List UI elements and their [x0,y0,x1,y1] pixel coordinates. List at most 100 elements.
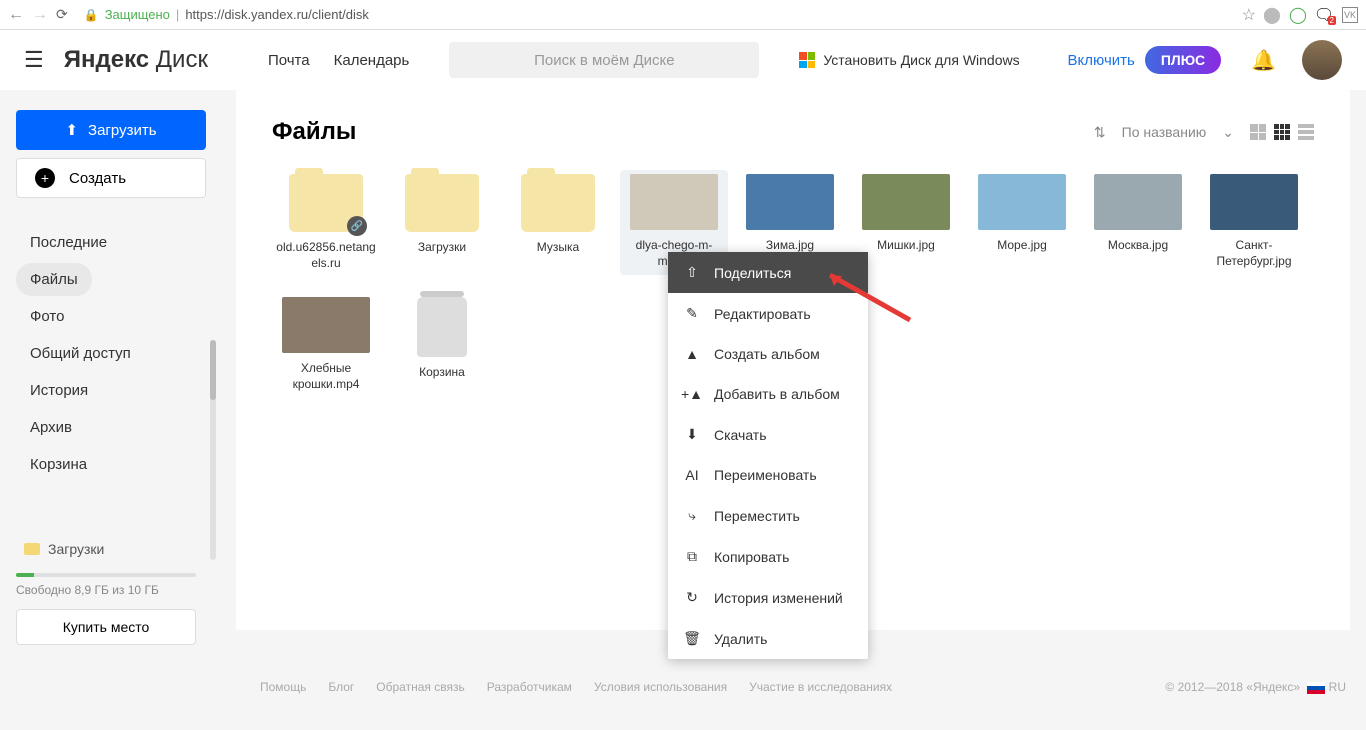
chevron-down-icon[interactable]: ⌄ [1222,124,1234,141]
ctx-label: Поделиться [714,265,791,281]
file-item[interactable]: 🔗old.u62856.netangels.ru [272,170,380,275]
sidebar-item-2[interactable]: Фото [16,300,78,333]
file-item[interactable]: Москва.jpg [1084,170,1192,275]
ctx-icon: AI [684,467,700,483]
view-grid-icon[interactable] [1274,124,1290,140]
buy-space-button[interactable]: Купить место [16,609,196,645]
folder-icon [24,543,40,555]
trash-icon [417,297,467,357]
file-item[interactable]: Санкт-Петербург.jpg [1200,170,1308,275]
hamburger-icon[interactable]: ☰ [24,47,44,73]
sidebar: ⬆ Загрузить + Создать Последние Файлы Фото… [0,90,220,730]
link-mail[interactable]: Почта [268,52,310,69]
file-item[interactable]: Хлебные крошки.mp4 [272,293,380,396]
star-icon[interactable]: ☆ [1242,5,1256,25]
ctx-icon: ✎ [684,305,700,322]
footer-link[interactable]: Обратная связь [376,680,464,694]
link-badge-icon: 🔗 [347,216,367,236]
file-name: Море.jpg [997,238,1047,254]
sidebar-scrollbar[interactable] [210,340,216,560]
ctx-item-7[interactable]: ⧉Копировать [668,536,868,577]
ext-icon-3[interactable]: 🗨2 [1316,7,1332,23]
sidebar-item-1[interactable]: Файлы [16,263,92,296]
ctx-item-6[interactable]: ⤷ Переместить [668,495,868,536]
folder-icon [521,174,595,232]
file-item[interactable]: Музыка [504,170,612,275]
forward-icon[interactable]: → [32,6,48,24]
view-list-icon[interactable] [1298,124,1314,140]
extension-icons: ⬤ ◯ 🗨2 VK [1264,7,1358,23]
folder-icon: 🔗 [289,174,363,232]
ext-icon-vk[interactable]: VK [1342,7,1358,23]
footer-link[interactable]: Разработчикам [487,680,572,694]
ctx-item-3[interactable]: +▲ Добавить в альбом [668,374,868,414]
link-calendar[interactable]: Календарь [334,52,410,69]
file-item[interactable]: Мишки.jpg [852,170,960,275]
ctx-label: Добавить в альбом [714,386,840,402]
tree-item-downloads[interactable]: Загрузки [16,541,204,557]
url-bar[interactable]: 🔒 Защищено | https://disk.yandex.ru/clie… [76,7,1234,22]
file-item[interactable]: Море.jpg [968,170,1076,275]
copyright: © 2012—2018 «Яндекс» RU [1165,680,1346,694]
ctx-item-5[interactable]: AI Переименовать [668,455,868,495]
ctx-label: История изменений [714,590,843,606]
upload-button[interactable]: ⬆ Загрузить [16,110,206,150]
image-thumb [630,174,718,230]
storage-bar [16,573,196,577]
search-input[interactable]: Поиск в моём Диске [449,42,759,78]
ext-icon-1[interactable]: ⬤ [1264,7,1280,23]
ctx-label: Переименовать [714,467,817,483]
sort-label[interactable]: По названию [1122,124,1207,140]
back-icon[interactable]: ← [8,6,24,24]
footer-link[interactable]: Помощь [260,680,306,694]
ctx-icon: ↻ [684,589,700,606]
ctx-icon: +▲ [684,386,700,402]
file-item[interactable]: Корзина [388,293,496,396]
view-large-icon[interactable] [1250,124,1266,140]
ctx-icon: ⤷ [684,507,700,524]
reload-icon[interactable]: ⟳ [56,6,68,23]
bell-icon[interactable]: 🔔 [1251,48,1276,73]
logo[interactable]: Яндекс Диск [64,46,208,74]
ctx-label: Копировать [714,549,789,565]
sidebar-item-3[interactable]: Общий доступ [16,337,145,370]
ctx-icon: ▲ [684,346,700,362]
sidebar-item-6[interactable]: Корзина [16,448,101,481]
install-windows[interactable]: Установить Диск для Windows [799,52,1019,68]
image-thumb [282,297,370,353]
sidebar-item-5[interactable]: Архив [16,411,86,444]
browser-bar: ← → ⟳ 🔒 Защищено | https://disk.yandex.r… [0,0,1366,30]
file-item[interactable]: Загрузки [388,170,496,275]
plus-badge[interactable]: ПЛЮС [1145,46,1221,74]
enable-plus-link[interactable]: Включить [1068,52,1135,69]
lock-icon: 🔒 [84,8,99,22]
create-button[interactable]: + Создать [16,158,206,198]
footer-link[interactable]: Участие в исследованиях [749,680,892,694]
annotation-arrow [820,270,920,335]
sidebar-item-0[interactable]: Последние [16,226,121,259]
image-thumb [1210,174,1298,230]
footer-link[interactable]: Блог [328,680,354,694]
ctx-label: Переместить [714,508,800,524]
sidebar-item-4[interactable]: История [16,374,102,407]
flag-ru-icon [1307,682,1325,694]
file-name: Музыка [537,240,579,256]
ctx-icon: 🗑 [684,630,700,647]
page-title: Файлы [272,118,356,146]
sort-icon[interactable]: ⇅ [1094,124,1106,141]
ctx-label: Создать альбом [714,346,820,362]
avatar[interactable] [1302,40,1342,80]
ctx-item-4[interactable]: ⬇Скачать [668,414,868,455]
image-thumb [746,174,834,230]
ctx-item-2[interactable]: ▲ Создать альбом [668,334,868,374]
file-name: Загрузки [418,240,466,256]
file-name: Хлебные крошки.mp4 [276,361,376,392]
ctx-item-8[interactable]: ↻ История изменений [668,577,868,618]
ctx-item-9[interactable]: 🗑Удалить [668,618,868,659]
footer-link[interactable]: Условия использования [594,680,727,694]
ctx-icon: ⇧ [684,264,700,281]
plus-icon: + [35,168,55,188]
image-thumb [1094,174,1182,230]
ext-icon-2[interactable]: ◯ [1290,7,1306,23]
url-text: https://disk.yandex.ru/client/disk [185,7,369,22]
